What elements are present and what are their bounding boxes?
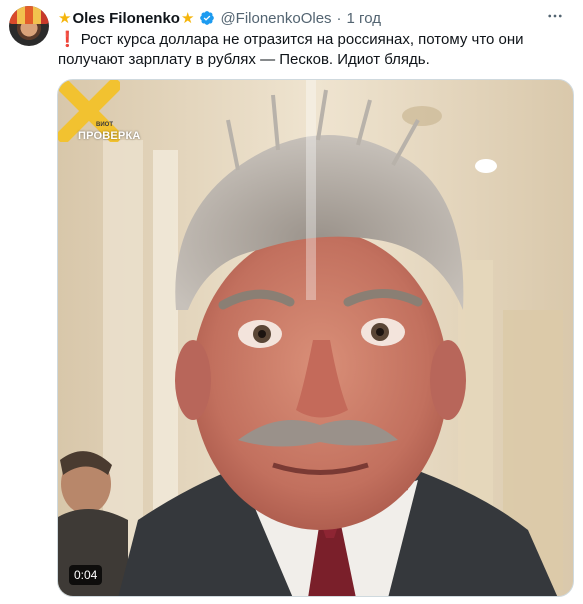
- tweet-header: ★ Oles Filonenko ★ @FilonenkoOles · 1 го…: [58, 8, 381, 28]
- watermark-small-text: ВИОТ: [96, 122, 113, 128]
- exclamation-icon: ❗: [58, 31, 77, 48]
- video-player[interactable]: ВИОТ ПРОВЕРКА 0:04: [57, 79, 574, 597]
- tweet-text-container: ❗ Рост курса доллара не отразится на росс…: [58, 30, 558, 70]
- more-options-icon[interactable]: [545, 6, 565, 26]
- author-name[interactable]: Oles Filonenko: [72, 10, 180, 27]
- tweet: ★ Oles Filonenko ★ @FilonenkoOles · 1 го…: [0, 0, 583, 604]
- author-handle[interactable]: @FilonenkoOles: [220, 10, 331, 27]
- headdress-graphic: [9, 6, 49, 24]
- tweet-text: Рост курса доллара не отразится на росси…: [58, 31, 524, 68]
- watermark-logo-text: ПРОВЕРКА: [78, 130, 141, 142]
- separator-dot: ·: [336, 9, 342, 27]
- timestamp[interactable]: 1 год: [347, 10, 381, 27]
- star-icon: ★: [180, 9, 195, 27]
- star-icon: ★: [58, 9, 72, 27]
- verified-badge-icon: [200, 11, 215, 25]
- video-frame: [58, 80, 573, 596]
- avatar[interactable]: [9, 6, 49, 46]
- video-duration: 0:04: [69, 565, 103, 585]
